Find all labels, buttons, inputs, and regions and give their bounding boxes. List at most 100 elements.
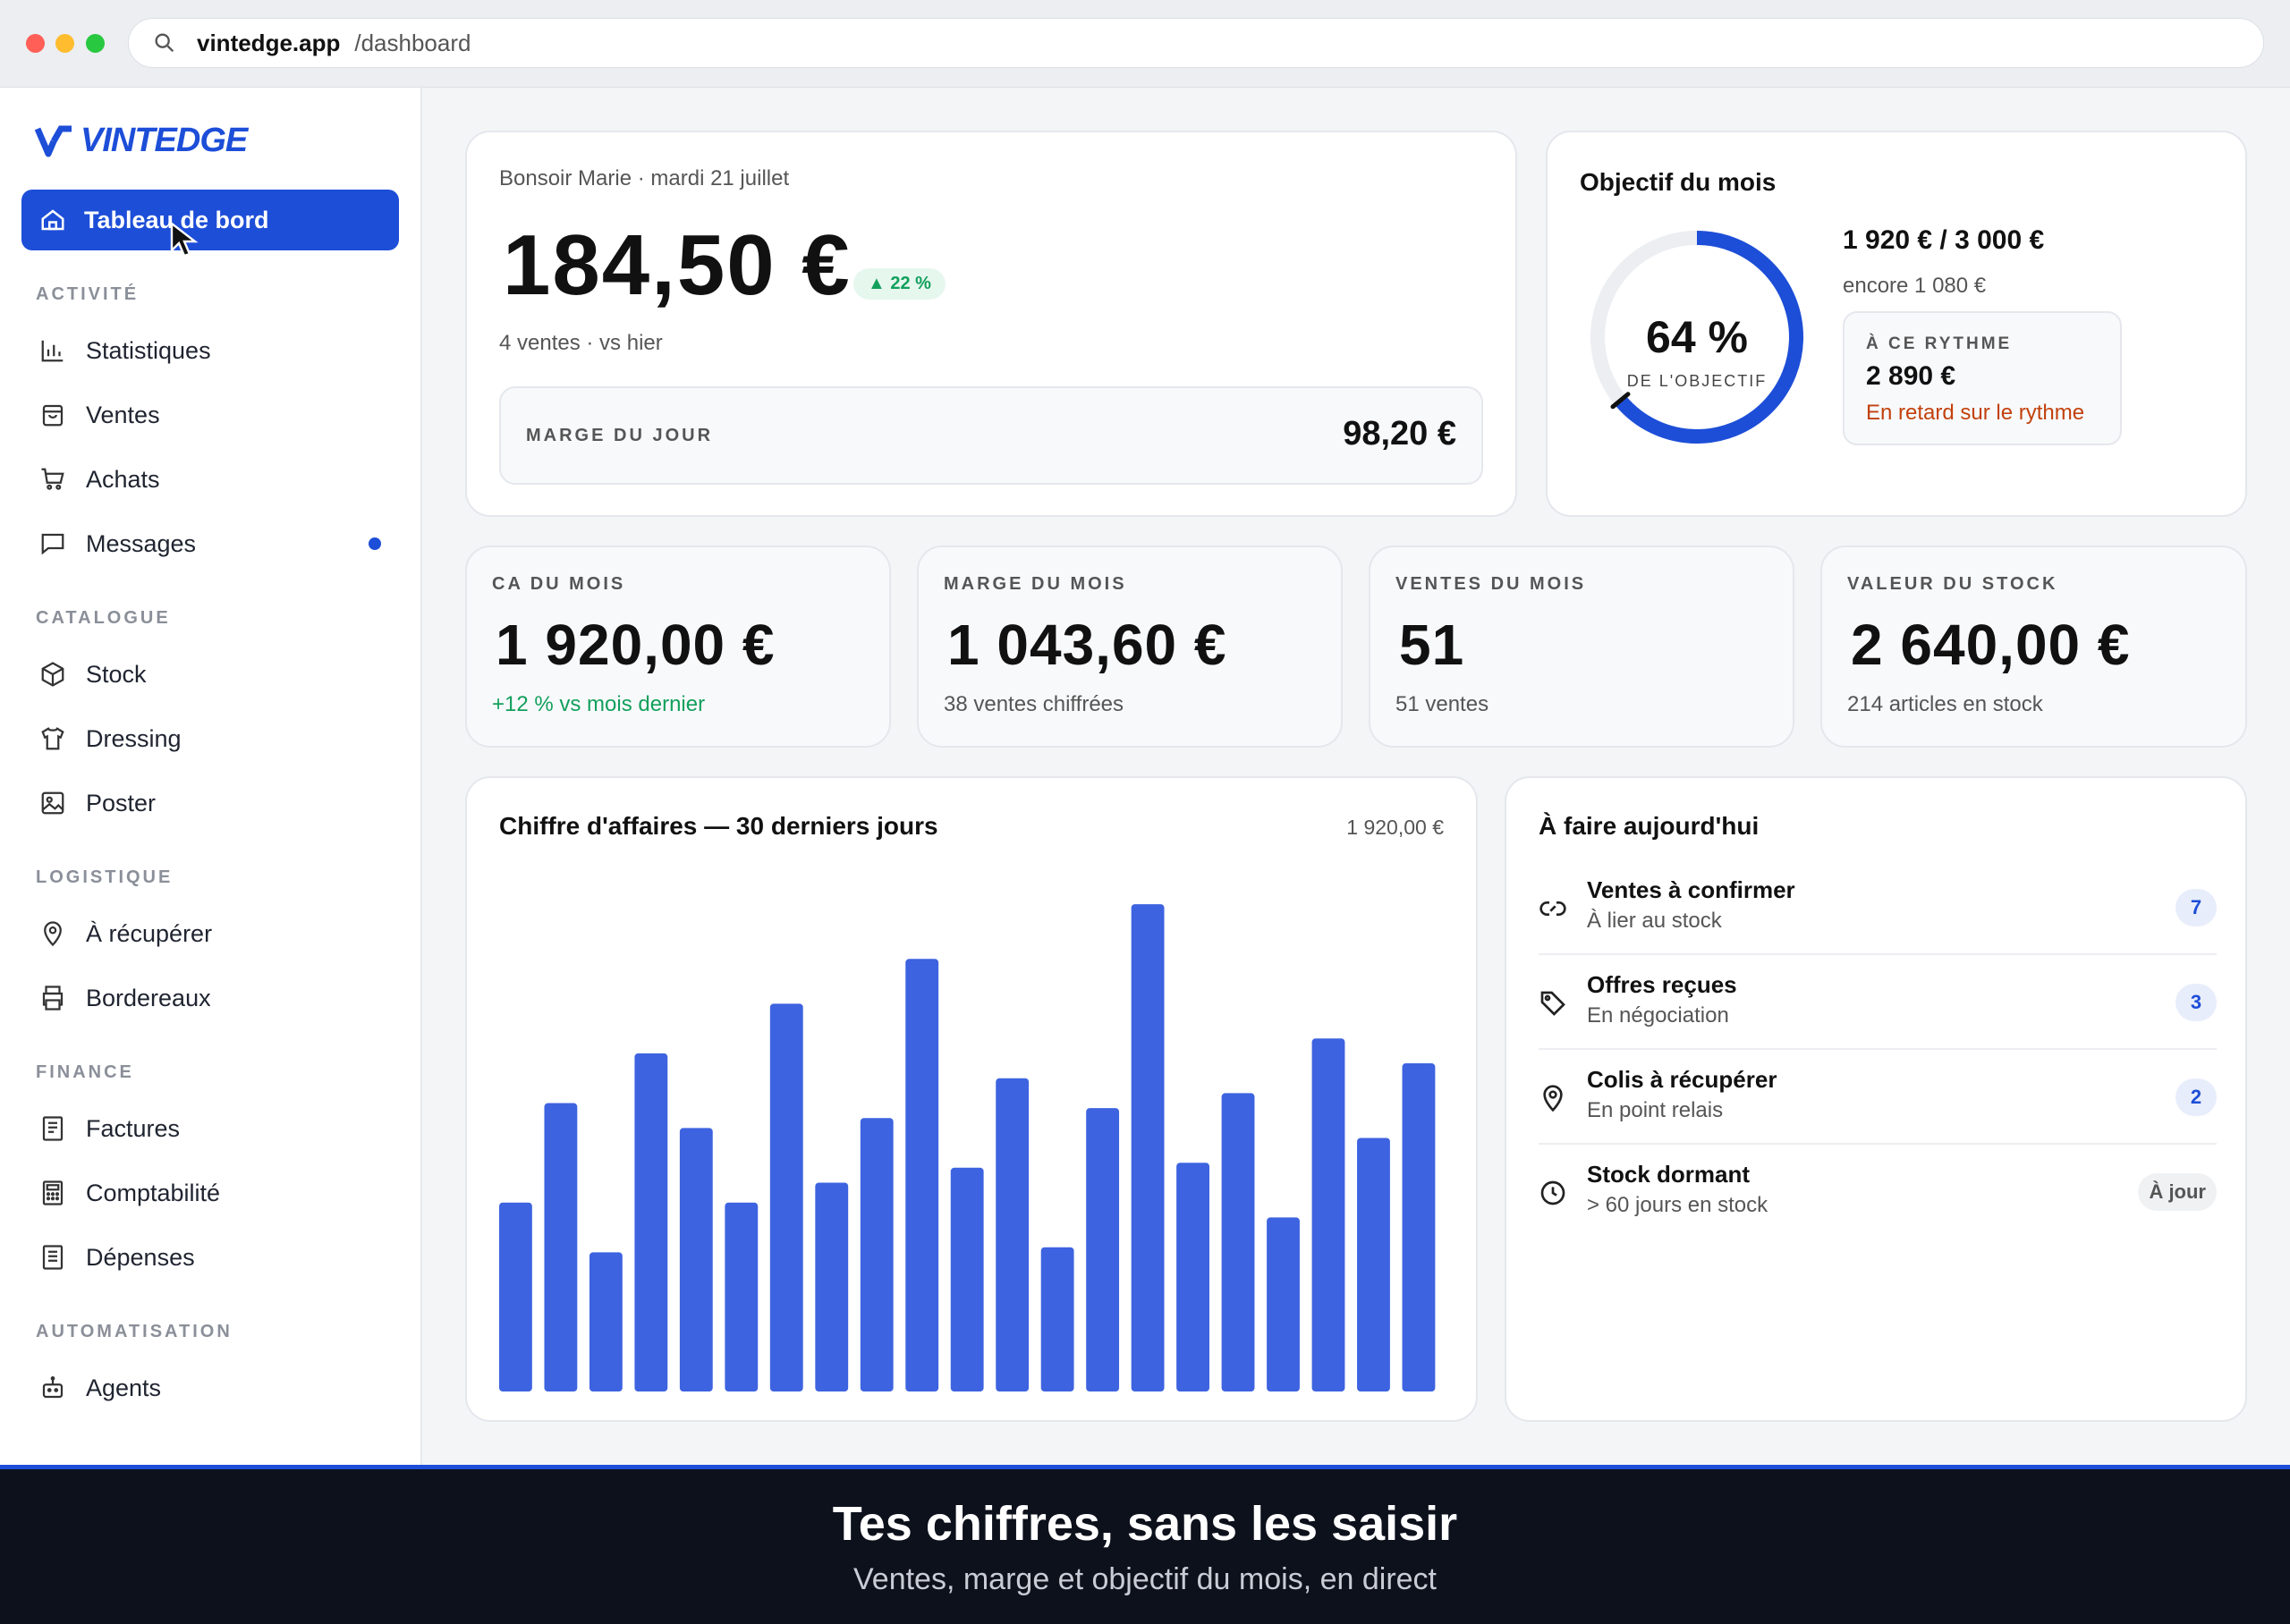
sidebar-item-stock[interactable]: Stock [39,655,397,694]
link-icon [1539,901,1566,916]
todo-card: À faire aujourd'hui Ventes à confirmer À… [1505,776,2247,1422]
chart-bar [589,1252,623,1391]
sidebar-item-factures[interactable]: Factures [39,1109,397,1148]
shirt-icon [41,727,64,750]
todo-item-ventes-a-confirmer[interactable]: Ventes à confirmer À lier au stock 7 [1539,860,2217,955]
search-icon [155,33,174,53]
kpi-value: 51 [1399,613,1465,677]
todo-sub: En point relais [1587,1098,1724,1122]
logo[interactable]: VINTEDGE [34,122,248,160]
logo-mark-icon [34,125,72,156]
rythme-value: 2 890 € [1866,361,1956,391]
chart-bar [860,1118,894,1391]
section-logistique: LOGISTIQUE [36,867,174,887]
sidebar-item-label: Comptabilité [86,1179,221,1206]
sidebar-item-statistiques[interactable]: Statistiques [39,331,397,370]
todo-item-stock-dormant[interactable]: Stock dormant > 60 jours en stock À jour [1539,1145,2217,1239]
receipt-icon [42,1245,64,1270]
marge-label: MARGE DU JOUR [526,426,714,445]
chart-bar [1311,1038,1345,1391]
banner-title: Tes chiffres, sans les saisir [832,1497,1458,1551]
cart-icon [41,468,64,490]
chart-bar [1221,1093,1255,1391]
kpi-value: 2 640,00 € [1851,613,2131,677]
chart-bar [679,1128,713,1391]
today-amount: 184,50 € [503,217,852,313]
todo-count-badge: 2 [2176,1078,2217,1116]
objective-card: Objectif du mois 64 % DE L'OBJECTIF 1 92… [1546,131,2247,517]
greeting: Bonsoir Marie · mardi 21 juillet [499,166,790,190]
mouse-cursor-icon [170,222,199,258]
kpi-card-ca: CA DU MOIS 1 920,00 € +12 % vs mois dern… [465,546,891,748]
todo-count-badge: 7 [2176,889,2217,926]
revenue-chart-card: Chiffre d'affaires — 30 derniers jours 1… [465,776,1478,1422]
sidebar-item-label: Bordereaux [86,984,211,1011]
sidebar-item-label: Achats [86,465,160,493]
sidebar-item-ventes[interactable]: Ventes [39,395,397,435]
sidebar-item-achats[interactable]: Achats [39,460,397,499]
sidebar-item-label: Agents [86,1374,162,1401]
kpi-note: 214 articles en stock [1847,692,2043,716]
change-badge: ▲ 22 % [853,268,946,300]
chart-bar [1267,1217,1300,1391]
objective-remaining: encore 1 080 € [1843,274,1987,298]
map-pin-icon [44,921,62,947]
section-catalogue: CATALOGUE [36,608,171,628]
maximize-window-button[interactable] [86,34,105,53]
message-icon [41,533,64,555]
todo-item-colis-a-recuperer[interactable]: Colis à récupérer En point relais 2 [1539,1050,2217,1145]
sidebar-item-depenses[interactable]: Dépenses [39,1238,397,1277]
minimize-window-button[interactable] [55,34,74,53]
sidebar-item-tableau-de-bord[interactable]: Tableau de bord [21,190,399,250]
section-finance: FINANCE [36,1062,134,1082]
logo-text: VINTEDGE [81,122,248,159]
rythme-box: À CE RYTHME 2 890 € En retard sur le ryt… [1843,311,2122,445]
chart-bar [544,1103,578,1391]
sidebar-item-comptabilite[interactable]: Comptabilité [39,1173,397,1213]
sidebar-item-dressing[interactable]: Dressing [39,719,397,758]
sidebar: VINTEDGE Tableau de bord ACTIVITÉ Statis… [0,88,422,1465]
todo-item-offres-recues[interactable]: Offres reçues En négociation 3 [1539,955,2217,1050]
chart-title: Chiffre d'affaires — 30 derniers jours [499,812,938,840]
banner-subtitle: Ventes, marge et objectif du mois, en di… [852,1562,1437,1596]
url-host: vintedge.app [197,29,341,56]
objective-percent: 64 % [1646,312,1748,362]
kpi-note: 38 ventes chiffrées [944,692,1124,716]
sidebar-item-label: Ventes [86,401,160,428]
kpi-value: 1 920,00 € [496,613,776,677]
sidebar-item-bordereaux[interactable]: Bordereaux [39,978,397,1018]
kpi-label: CA DU MOIS [492,574,626,594]
chart-bar [996,1078,1030,1391]
today-subline: 4 ventes · vs hier [499,331,663,355]
chart-bar [1086,1108,1120,1391]
todo-count-badge: 3 [2176,984,2217,1021]
todo-name: Stock dormant [1587,1161,1751,1188]
chart-bar [725,1202,759,1391]
kpi-value: 1 043,60 € [947,613,1227,677]
todo-sub: En négociation [1587,1003,1729,1028]
kpi-card-ventes: VENTES DU MOIS 51 51 ventes [1369,546,1794,748]
todo-name: Offres reçues [1587,971,1737,998]
sidebar-item-label: Dressing [86,724,182,752]
sidebar-item-poster[interactable]: Poster [39,783,397,823]
clock-icon [1540,1180,1565,1205]
todo-sub: À lier au stock [1587,909,1722,933]
sidebar-item-a-recuperer[interactable]: À récupérer [39,914,397,953]
invoice-icon [42,1116,64,1141]
todo-name: Ventes à confirmer [1587,876,1795,903]
chart-bar [950,1167,984,1391]
objective-percent-label: DE L'OBJECTIF [1626,372,1768,390]
chart-bar [769,1003,803,1391]
sidebar-item-label: Factures [86,1114,181,1142]
image-icon [41,791,64,815]
address-bar[interactable]: vintedge.app /dashboard [128,18,2264,68]
unread-dot [369,537,381,550]
kpi-label: MARGE DU MOIS [944,574,1127,594]
close-window-button[interactable] [26,34,45,53]
sidebar-item-messages[interactable]: Messages [39,524,397,563]
sidebar-item-agents[interactable]: Agents [39,1368,397,1408]
kpi-card-stock: VALEUR DU STOCK 2 640,00 € 214 articles … [1820,546,2247,748]
sidebar-item-label: Statistiques [86,336,211,364]
kpi-card-marge: MARGE DU MOIS 1 043,60 € 38 ventes chiff… [917,546,1343,748]
chart-total: 1 920,00 € [1346,816,1444,839]
